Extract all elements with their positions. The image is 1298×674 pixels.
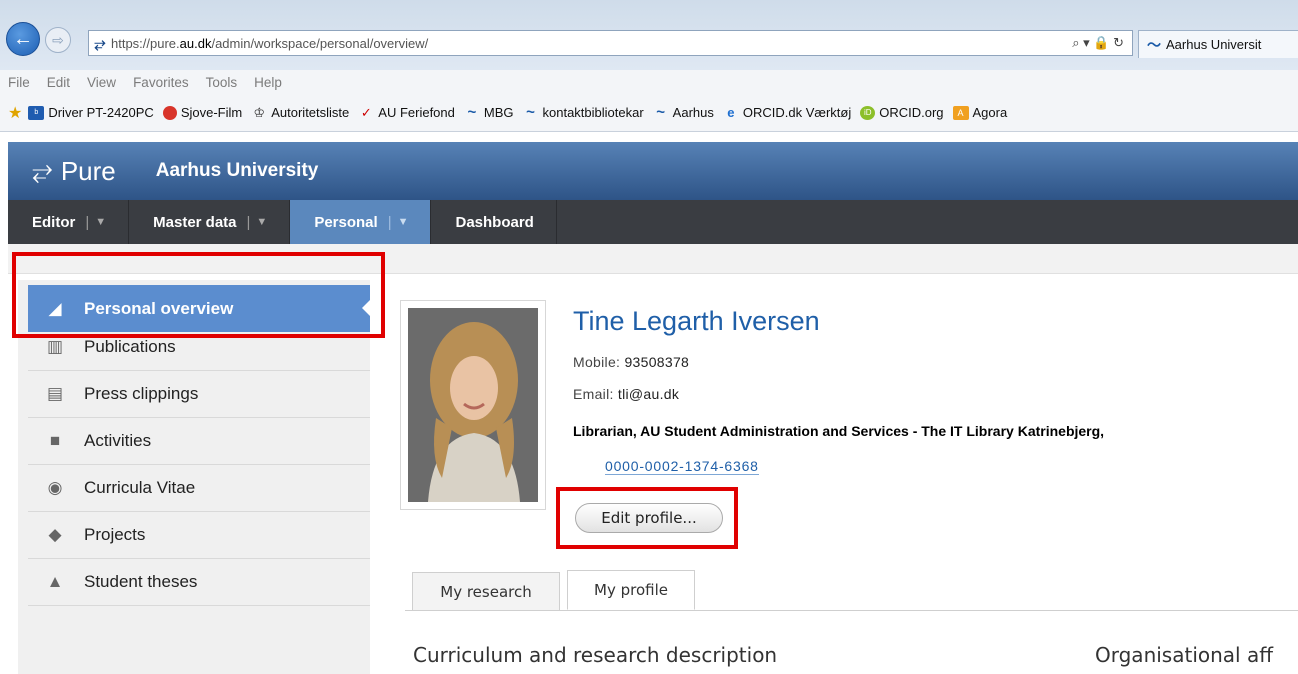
graduation-cap-icon: ▲: [46, 572, 64, 591]
address-bar[interactable]: ⥂ https://pure.au.dk/admin/workspace/per…: [88, 30, 1133, 56]
film-icon: [162, 105, 177, 120]
menu-tools[interactable]: Tools: [206, 75, 238, 90]
favorite-agora[interactable]: A Agora: [952, 105, 1007, 120]
checkmark-icon: ✓: [360, 104, 372, 120]
nav-editor[interactable]: Editor | ▼: [8, 200, 130, 244]
profile-photo-frame: [400, 300, 546, 510]
tab-my-research[interactable]: My research: [412, 572, 560, 610]
favorite-orcid-dk[interactable]: e ORCID.dk Værktøj: [723, 105, 851, 120]
nav-master-data[interactable]: Master data | ▼: [129, 200, 291, 244]
chevron-down-icon[interactable]: ▼: [256, 216, 267, 228]
menu-edit[interactable]: Edit: [47, 75, 70, 90]
favorite-kontaktbibliotekar[interactable]: ~ kontaktbibliotekar: [523, 104, 644, 121]
cv-icon: ◉: [47, 478, 63, 497]
pure-logo-icon: ⥂: [32, 155, 53, 185]
browser-titlebar: ← ⇨ ⥂ https://pure.au.dk/admin/workspace…: [0, 0, 1298, 70]
newspaper-icon: ▤: [46, 384, 64, 403]
sidebar-item-press-clippings[interactable]: ▤ Press clippings: [28, 371, 370, 418]
favorites-bar: ★ b Driver PT-2420PC Sjove-Film ♔ Autorite…: [0, 94, 1298, 132]
favorite-au-feriefond[interactable]: ✓ AU Feriefond: [358, 104, 455, 121]
highlight-edit-profile: [556, 487, 738, 549]
au-wave-icon: ~: [656, 104, 666, 121]
forward-arrow-icon[interactable]: ⇨: [45, 27, 71, 53]
orcid-icon: iD: [860, 105, 876, 120]
favorite-driver[interactable]: b Driver PT-2420PC: [28, 105, 154, 120]
address-tools[interactable]: ⌕ ▾ 🔒 ↻: [1072, 35, 1132, 51]
pure-site-icon: ⥂: [94, 34, 106, 51]
sidebar-item-projects[interactable]: ◆ Projects: [28, 512, 370, 559]
favorites-star-icon[interactable]: ★: [8, 103, 22, 123]
orcid-link[interactable]: 0000-0002-1374-6368: [605, 458, 759, 475]
favorite-mbg[interactable]: ~ MBG: [464, 104, 513, 121]
back-arrow-icon[interactable]: ←: [6, 22, 40, 56]
favorite-autoritetsliste[interactable]: ♔ Autoritetsliste: [251, 104, 349, 121]
person-name: Tine Legarth Iversen: [573, 306, 820, 336]
browser-tab-title: Aarhus Universit: [1166, 37, 1262, 52]
email-line: Email: tli@au.dk: [573, 386, 680, 402]
tabs-divider: [405, 610, 1298, 611]
browser-tab[interactable]: 〜 Aarhus Universit: [1138, 30, 1298, 58]
favorite-orcid-org[interactable]: iD ORCID.org: [860, 105, 944, 120]
mobile-number: 93508378: [624, 354, 690, 370]
browser-menubar: File Edit View Favorites Tools Help: [0, 70, 1298, 94]
sidebar-item-student-theses[interactable]: ▲ Student theses: [28, 559, 370, 606]
organisation-name: Aarhus University: [155, 160, 319, 181]
agora-icon: A: [952, 105, 969, 120]
chevron-down-icon[interactable]: ▼: [95, 216, 106, 228]
crown-icon: ♔: [253, 104, 266, 120]
menu-favorites[interactable]: Favorites: [133, 75, 189, 90]
chevron-down-icon[interactable]: ▼: [398, 216, 409, 228]
brother-icon: b: [28, 105, 45, 120]
sidebar: ◢ Personal overview ▥ Publications ▤ Pre…: [18, 280, 371, 674]
pure-logo[interactable]: ⥂ Pure: [32, 155, 116, 187]
favorite-sjove-film[interactable]: Sjove-Film: [162, 105, 242, 120]
sidebar-item-curricula-vitae[interactable]: ◉ Curricula Vitae: [28, 465, 370, 512]
menu-help[interactable]: Help: [254, 75, 282, 90]
highlight-personal-overview: [12, 252, 385, 338]
au-logo-icon: 〜: [1147, 36, 1161, 53]
favorite-aarhus[interactable]: ~ Aarhus: [653, 104, 714, 121]
menu-view[interactable]: View: [87, 75, 116, 90]
email-address[interactable]: tli@au.dk: [618, 386, 679, 402]
au-wave-icon: ~: [467, 104, 477, 121]
top-navigation: Editor | ▼ Master data | ▼ Personal | ▼ Dashbo…: [8, 200, 1298, 244]
pure-header: ⥂ Pure Aarhus University: [8, 142, 1298, 200]
briefcase-icon: ■: [49, 431, 61, 450]
mobile-line: Mobile: 93508378: [573, 354, 690, 370]
book-icon: ▥: [46, 337, 64, 356]
nav-personal[interactable]: Personal | ▼: [290, 200, 432, 244]
menu-file[interactable]: File: [8, 75, 30, 90]
role-affiliation: Librarian, AU Student Administration and…: [573, 423, 1105, 439]
nav-dashboard[interactable]: Dashboard: [431, 200, 557, 244]
tab-my-profile[interactable]: My profile: [567, 570, 695, 610]
cube-icon: ◆: [48, 525, 62, 544]
internet-explorer-icon: e: [727, 105, 735, 120]
au-wave-icon: ~: [526, 104, 535, 121]
address-url[interactable]: https://pure.au.dk/admin/workspace/perso…: [111, 36, 1072, 51]
profile-photo: [408, 308, 538, 502]
sidebar-item-activities[interactable]: ■ Activities: [28, 418, 370, 465]
curriculum-section-title: Curriculum and research description: [413, 643, 778, 667]
organisational-section-title: Organisational aff: [1095, 643, 1273, 667]
